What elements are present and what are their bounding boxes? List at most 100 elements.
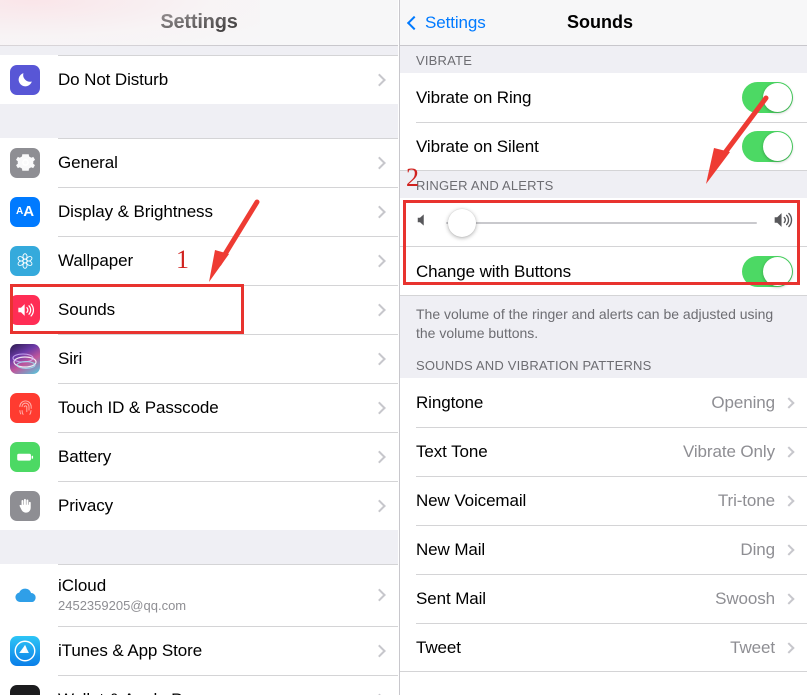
row-change-with-buttons[interactable]: Change with Buttons	[400, 247, 807, 296]
toggle-knob	[763, 132, 792, 161]
toggle-knob	[763, 83, 792, 112]
sound-patterns-group: Ringtone Opening Text Tone Vibrate Only …	[400, 378, 807, 672]
sounds-detail-pane: Settings Sounds VIBRATE Vibrate on Ring …	[399, 0, 807, 695]
sidebar-item-siri[interactable]: Siri	[0, 334, 398, 383]
chevron-right-icon	[373, 73, 386, 86]
row-value-group: Tweet	[730, 637, 795, 658]
speaker-min-icon	[414, 211, 432, 234]
chevron-right-icon	[373, 450, 386, 463]
settings-master-pane: Settings Do Not Disturb General A A Disp…	[0, 0, 398, 695]
sidebar-item-display-brightness[interactable]: AA Display & Brightness	[0, 187, 398, 236]
row-label: Vibrate on Ring	[416, 87, 532, 107]
siri-icon	[10, 343, 40, 374]
sidebar-item-general[interactable]: General	[0, 138, 398, 187]
row-value: Vibrate Only	[682, 441, 775, 461]
icloud-icon	[10, 580, 40, 610]
row-value: Tri-tone	[717, 490, 775, 510]
chevron-right-icon	[373, 499, 386, 512]
fingerprint-icon	[10, 392, 40, 423]
sidebar-item-icloud-text: iCloud 2452359205@qq.com	[58, 576, 186, 614]
back-button[interactable]: Settings	[406, 12, 486, 33]
slider-thumb[interactable]	[447, 208, 476, 237]
row-label: Sent Mail	[416, 588, 486, 608]
chevron-right-icon	[783, 543, 795, 556]
sidebar-item-battery[interactable]: Battery	[0, 432, 398, 481]
chevron-right-icon	[373, 588, 386, 602]
chevron-right-icon	[373, 156, 386, 169]
vibrate-on-ring-toggle[interactable]	[742, 82, 793, 113]
page-title: Settings	[160, 11, 238, 33]
row-value: Swoosh	[715, 588, 775, 608]
sidebar-item-label: iCloud	[58, 576, 107, 595]
sidebar-item-touch-id-passcode[interactable]: Touch ID & Passcode	[0, 383, 398, 432]
back-button-label: Settings	[425, 12, 486, 32]
chevron-right-icon	[783, 445, 795, 458]
section-header-vibrate: VIBRATE	[400, 46, 807, 73]
sidebar-item-privacy[interactable]: Privacy	[0, 481, 398, 530]
row-value-group: Opening	[711, 392, 795, 413]
gear-icon	[10, 147, 40, 178]
row-label: Text Tone	[416, 441, 488, 461]
row-ringtone[interactable]: Ringtone Opening	[400, 378, 807, 427]
sidebar-item-do-not-disturb[interactable]: Do Not Disturb	[0, 55, 398, 104]
section-header-sounds-and-vibration-patterns: SOUNDS AND VIBRATION PATTERNS	[400, 357, 807, 378]
wallet-icon	[10, 684, 40, 695]
sidebar-item-label: Wallpaper	[58, 250, 134, 270]
row-label: Vibrate on Silent	[416, 136, 539, 156]
sidebar-item-label: Display & Brightness	[58, 201, 213, 221]
change-with-buttons-group: Change with Buttons	[400, 247, 807, 296]
row-value-group: Vibrate Only	[682, 441, 795, 462]
row-label: Change with Buttons	[416, 261, 571, 281]
sidebar-item-sublabel: 2452359205@qq.com	[58, 598, 187, 613]
sidebar-item-label: Battery	[58, 446, 112, 466]
sidebar-item-label: Sounds	[58, 299, 116, 319]
row-sent-mail[interactable]: Sent Mail Swoosh	[400, 574, 807, 623]
row-vibrate-on-ring[interactable]: Vibrate on Ring	[400, 73, 807, 122]
sidebar-item-wallpaper[interactable]: Wallpaper	[0, 236, 398, 285]
row-text-tone[interactable]: Text Tone Vibrate Only	[400, 427, 807, 476]
settings-group-3: iCloud 2452359205@qq.com iTunes & App St…	[0, 564, 398, 695]
row-value-group: Swoosh	[715, 588, 795, 609]
sidebar-item-icloud[interactable]: iCloud 2452359205@qq.com	[0, 564, 398, 626]
row-value-group: Ding	[740, 539, 795, 560]
row-vibrate-on-silent[interactable]: Vibrate on Silent	[400, 122, 807, 171]
battery-icon	[10, 441, 40, 472]
group-gap	[0, 46, 398, 55]
chevron-right-icon	[373, 352, 386, 365]
row-tweet[interactable]: Tweet Tweet	[400, 623, 807, 672]
sidebar-item-label: iTunes & App Store	[58, 640, 203, 660]
sidebar-item-label: Siri	[58, 348, 83, 368]
aa-icon: AA	[10, 196, 40, 227]
ringer-slider-group	[400, 198, 807, 247]
ringer-volume-row[interactable]	[400, 198, 807, 247]
ios-settings-screenshot: Settings Do Not Disturb General A A Disp…	[0, 0, 807, 695]
ringer-volume-slider[interactable]	[446, 208, 757, 237]
chevron-right-icon	[783, 641, 795, 654]
left-nav-bar: Settings	[0, 0, 398, 46]
chevron-right-icon	[783, 396, 795, 409]
vibrate-on-silent-toggle[interactable]	[742, 131, 793, 162]
sidebar-item-wallet-apple-pay[interactable]: Wallet & Apple Pay	[0, 675, 398, 695]
row-label: New Mail	[416, 539, 486, 559]
row-label: Ringtone	[416, 392, 484, 412]
row-new-mail[interactable]: New Mail Ding	[400, 525, 807, 574]
chevron-right-icon	[373, 303, 386, 316]
hand-icon	[10, 490, 40, 521]
row-value: Ding	[740, 539, 775, 559]
chevron-right-icon	[783, 494, 795, 507]
chevron-right-icon	[373, 205, 386, 218]
change-with-buttons-toggle[interactable]	[742, 256, 793, 287]
sidebar-item-label: General	[58, 152, 118, 172]
chevron-right-icon	[373, 254, 386, 267]
group-gap	[0, 104, 398, 138]
sidebar-item-sounds[interactable]: Sounds	[0, 285, 398, 334]
row-new-voicemail[interactable]: New Voicemail Tri-tone	[400, 476, 807, 525]
sidebar-item-itunes-app-store[interactable]: iTunes & App Store	[0, 626, 398, 675]
vibrate-group: Vibrate on Ring Vibrate on Silent	[400, 73, 807, 171]
speaker-icon	[10, 294, 40, 325]
settings-group-1: Do Not Disturb	[0, 55, 398, 104]
row-value: Tweet	[730, 637, 775, 657]
row-value: Opening	[711, 392, 775, 412]
toggle-knob	[763, 257, 792, 286]
row-value-group: Tri-tone	[717, 490, 795, 511]
